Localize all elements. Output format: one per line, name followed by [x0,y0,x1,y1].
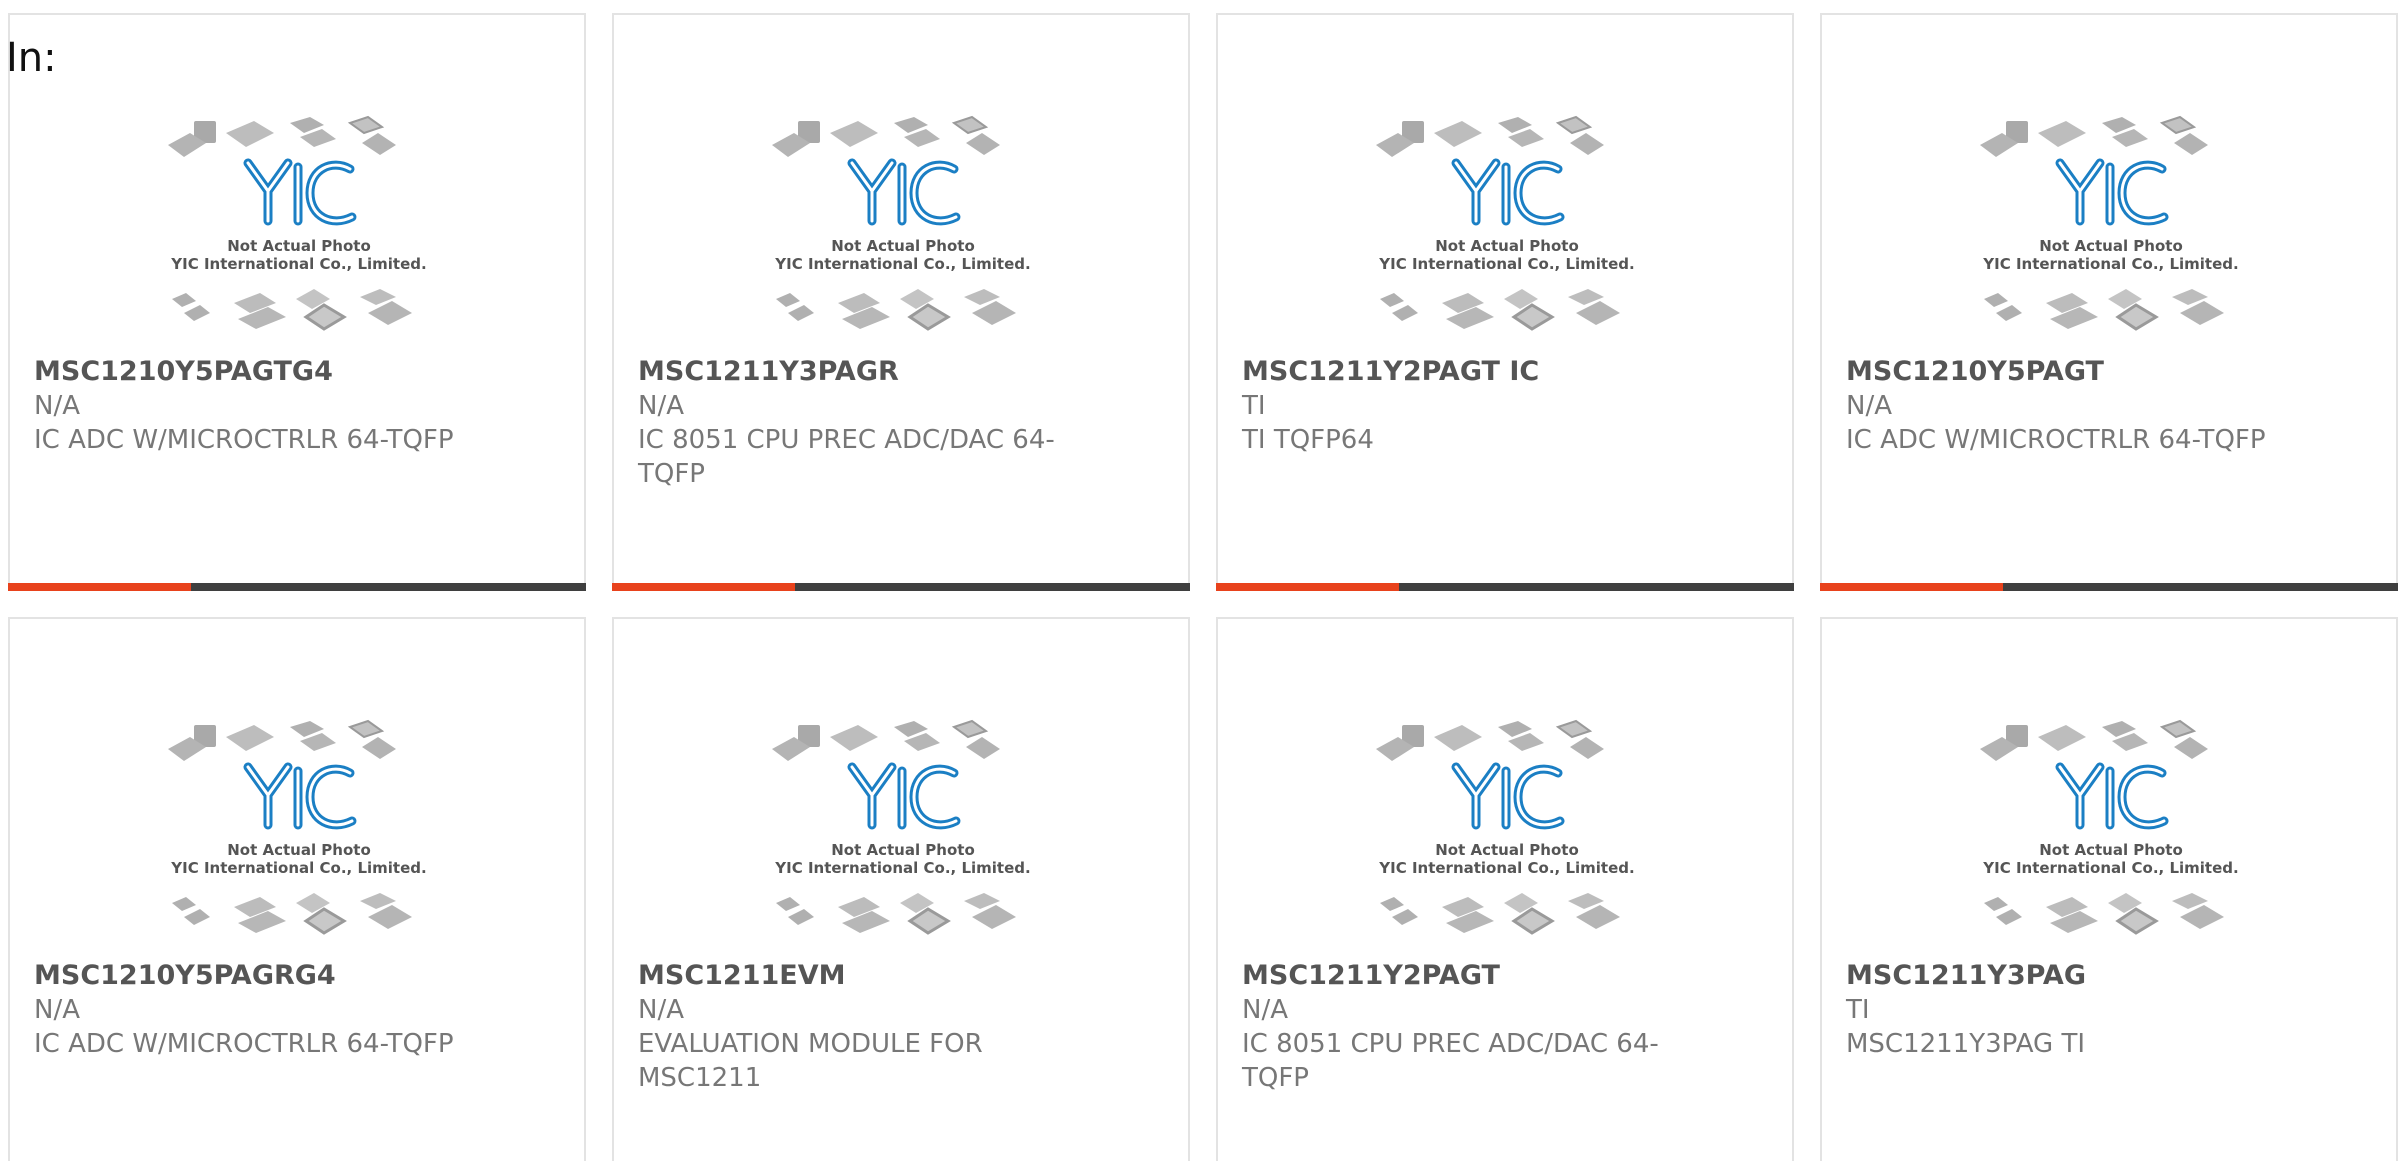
product-info: MSC1211Y3PAGR N/A IC 8051 CPU PREC ADC/D… [638,355,1088,491]
product-info: MSC1210Y5PAGT N/A IC ADC W/MICROCTRLR 64… [1846,355,2296,457]
chip-icons-bottom [1380,893,1620,935]
chip-icons-top [1980,719,2208,761]
card-bottom-bar [1820,583,2398,591]
placeholder-line1: Not Actual Photo [2039,237,2183,255]
product-info: MSC1211Y2PAGT IC TI TI TQFP64 [1242,355,1692,457]
description: IC 8051 CPU PREC ADC/DAC 64-TQFP [638,425,1055,489]
placeholder-line2: YIC International Co., Limited. [170,859,426,877]
yic-logo-icon [847,762,961,830]
product-info: MSC1210Y5PAGTG4 N/A IC ADC W/MICROCTRLR … [34,355,484,457]
placeholder-line2: YIC International Co., Limited. [170,255,426,273]
chip-icons-bottom [172,893,412,935]
product-photo-placeholder: Not Actual Photo YIC International Co., … [1376,115,1635,331]
product-card[interactable]: Not Actual Photo YIC International Co., … [8,617,586,1161]
product-info: MSC1211EVM N/A EVALUATION MODULE FOR MSC… [638,959,1088,1095]
card-accent-bar [1216,583,1399,591]
manufacturer: TI [1242,391,1266,421]
part-number[interactable]: MSC1211Y3PAG [1846,959,2296,993]
placeholder-line2: YIC International Co., Limited. [1982,255,2238,273]
description: IC ADC W/MICROCTRLR 64-TQFP [1846,425,2266,455]
description: IC ADC W/MICROCTRLR 64-TQFP [34,1029,454,1059]
product-photo-placeholder: Not Actual Photo YIC International Co., … [772,115,1031,331]
product-photo-placeholder: Not Actual Photo YIC International Co., … [1980,719,2239,935]
yic-logo-icon [243,158,357,226]
placeholder-line1: Not Actual Photo [1435,841,1579,859]
chip-icons-top [168,719,396,761]
product-photo-placeholder: Not Actual Photo YIC International Co., … [772,719,1031,935]
in-label: In: [6,35,57,81]
placeholder-line2: YIC International Co., Limited. [774,859,1030,877]
placeholder-line1: Not Actual Photo [831,841,975,859]
manufacturer: N/A [1242,995,1288,1025]
description: EVALUATION MODULE FOR MSC1211 [638,1029,983,1093]
product-card[interactable]: Not Actual Photo YIC International Co., … [1820,13,2398,591]
placeholder-line1: Not Actual Photo [2039,841,2183,859]
yic-logo-icon [1451,158,1565,226]
product-card[interactable]: Not Actual Photo YIC International Co., … [8,13,586,591]
product-info: MSC1211Y3PAG TI MSC1211Y3PAG TI [1846,959,2296,1061]
chip-icons-bottom [776,289,1016,331]
chip-icons-top [772,115,1000,157]
product-card[interactable]: Not Actual Photo YIC International Co., … [1216,13,1794,591]
placeholder-line2: YIC International Co., Limited. [1378,859,1634,877]
product-photo-placeholder: Not Actual Photo YIC International Co., … [168,115,427,331]
placeholder-line1: Not Actual Photo [227,841,371,859]
chip-icons-bottom [172,289,412,331]
placeholder-line1: Not Actual Photo [227,237,371,255]
yic-logo-icon [243,762,357,830]
description: IC 8051 CPU PREC ADC/DAC 64-TQFP [1242,1029,1659,1093]
chip-icons-top [772,719,1000,761]
part-number[interactable]: MSC1211EVM [638,959,1088,993]
description: MSC1211Y3PAG TI [1846,1029,2085,1059]
product-info: MSC1211Y2PAGT N/A IC 8051 CPU PREC ADC/D… [1242,959,1692,1095]
card-accent-bar [8,583,191,591]
product-grid: Not Actual Photo YIC International Co., … [8,13,2400,1161]
chip-icons-bottom [1380,289,1620,331]
chip-icons-top [1980,115,2208,157]
card-accent-bar [1820,583,2003,591]
description: IC ADC W/MICROCTRLR 64-TQFP [34,425,454,455]
product-card[interactable]: Not Actual Photo YIC International Co., … [1820,617,2398,1161]
yic-logo-icon [2055,762,2169,830]
chip-icons-bottom [776,893,1016,935]
manufacturer: N/A [34,995,80,1025]
product-info: MSC1210Y5PAGRG4 N/A IC ADC W/MICROCTRLR … [34,959,484,1061]
part-number[interactable]: MSC1210Y5PAGRG4 [34,959,484,993]
part-number[interactable]: MSC1210Y5PAGTG4 [34,355,484,389]
description: TI TQFP64 [1242,425,1374,455]
manufacturer: N/A [34,391,80,421]
placeholder-line2: YIC International Co., Limited. [1982,859,2238,877]
yic-logo-icon [847,158,961,226]
product-photo-placeholder: Not Actual Photo YIC International Co., … [1376,719,1635,935]
part-number[interactable]: MSC1211Y2PAGT [1242,959,1692,993]
card-bottom-bar [612,583,1190,591]
product-list-page: In: Not Actual Photo YIC International C… [0,0,2400,1161]
card-bottom-bar [8,583,586,591]
manufacturer: N/A [1846,391,1892,421]
product-photo-placeholder: Not Actual Photo YIC International Co., … [168,719,427,935]
part-number[interactable]: MSC1211Y3PAGR [638,355,1088,389]
part-number[interactable]: MSC1211Y2PAGT IC [1242,355,1692,389]
chip-icons-top [1376,115,1604,157]
product-card[interactable]: Not Actual Photo YIC International Co., … [612,13,1190,591]
yic-logo-icon [2055,158,2169,226]
product-card[interactable]: Not Actual Photo YIC International Co., … [612,617,1190,1161]
card-accent-bar [612,583,795,591]
product-photo-placeholder: Not Actual Photo YIC International Co., … [1980,115,2239,331]
placeholder-line2: YIC International Co., Limited. [774,255,1030,273]
placeholder-line1: Not Actual Photo [1435,237,1579,255]
manufacturer: N/A [638,995,684,1025]
chip-icons-bottom [1984,893,2224,935]
placeholder-line2: YIC International Co., Limited. [1378,255,1634,273]
product-card[interactable]: Not Actual Photo YIC International Co., … [1216,617,1794,1161]
manufacturer: TI [1846,995,1870,1025]
chip-icons-top [1376,719,1604,761]
chip-icons-top [168,115,396,157]
part-number[interactable]: MSC1210Y5PAGT [1846,355,2296,389]
yic-logo-icon [1451,762,1565,830]
placeholder-line1: Not Actual Photo [831,237,975,255]
card-bottom-bar [1216,583,1794,591]
chip-icons-bottom [1984,289,2224,331]
manufacturer: N/A [638,391,684,421]
